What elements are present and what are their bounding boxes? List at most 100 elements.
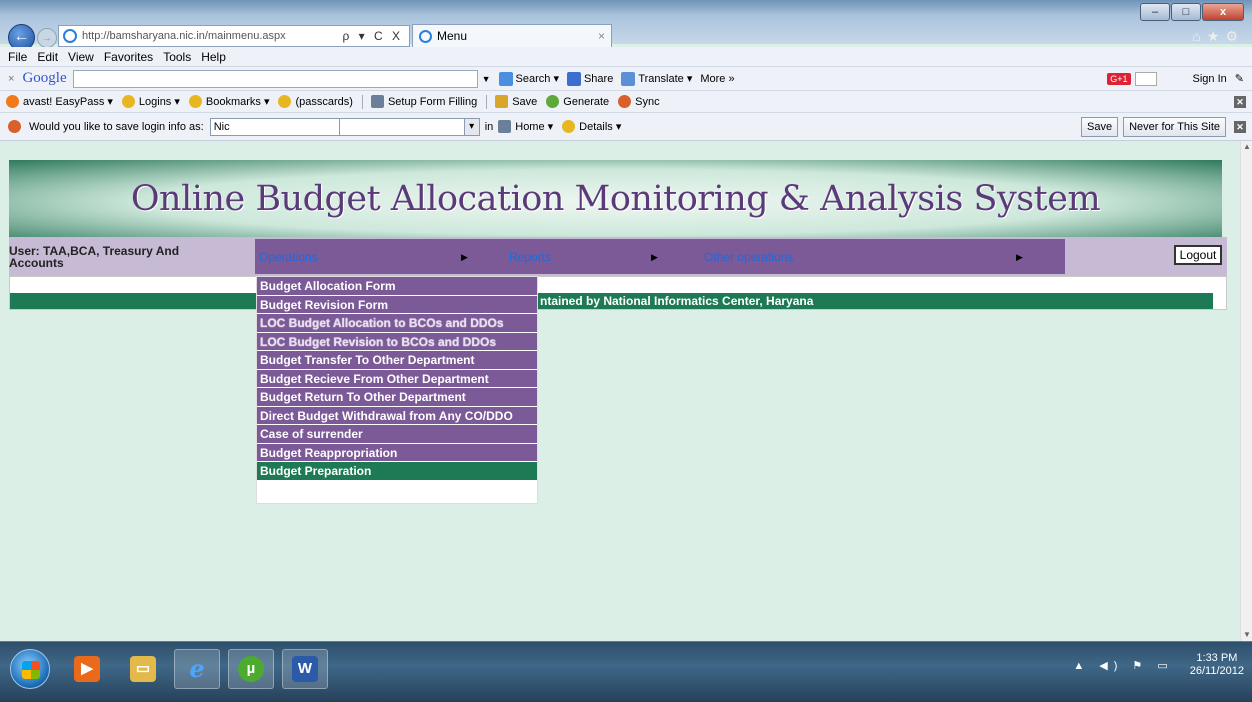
google-search-dropdown-icon[interactable]: ▼ (482, 74, 491, 84)
taskbar-explorer[interactable]: ▭ (120, 649, 166, 689)
tab-menu[interactable]: Menu × (412, 24, 612, 47)
menu-tools[interactable]: Tools (163, 50, 191, 64)
address-bar[interactable]: http://bamsharyana.nic.in/mainmenu.aspx … (58, 25, 410, 47)
menu-item-direct-budget-withdrawal[interactable]: Direct Budget Withdrawal from Any CO/DDO (257, 406, 537, 425)
menu-other-operations[interactable]: Other operations ▶ (700, 247, 1060, 267)
menu-operations[interactable]: Operations ▶ (255, 247, 505, 267)
taskbar-internet-explorer[interactable]: e (174, 649, 220, 689)
submenu-arrow-icon: ▶ (1016, 251, 1023, 262)
address-url: http://bamsharyana.nic.in/mainmenu.aspx (82, 30, 286, 42)
login-name-input[interactable]: Nic (209, 117, 340, 136)
menu-item-budget-reappropriation[interactable]: Budget Reappropriation (257, 443, 537, 462)
browser-titlebar: – □ x ← → http://bamsharyana.nic.in/main… (0, 0, 1252, 51)
favorites-separator (361, 94, 363, 109)
gplus-button[interactable]: G+1 (1107, 72, 1131, 85)
menu-favorites[interactable]: Favorites (104, 50, 153, 64)
fav-label: avast! EasyPass ▾ (23, 96, 113, 108)
tray-icons[interactable]: ▲ ◀) ⚑ ▭ (1073, 659, 1173, 672)
clock-date: 26/11/2012 (1189, 665, 1244, 677)
menu-item-loc-budget-revision[interactable]: LOC Budget Revision to BCOs and DDOs (257, 332, 537, 351)
wrench-icon[interactable]: ✎ (1235, 72, 1244, 85)
tab-close-icon[interactable]: × (598, 29, 605, 43)
scroll-down-icon[interactable]: ▼ (1241, 629, 1252, 641)
menu-item-budget-revision-form[interactable]: Budget Revision Form (257, 295, 537, 314)
details-icon (562, 120, 576, 133)
google-search-input[interactable] (72, 69, 478, 88)
vertical-scrollbar[interactable]: ▲ ▼ (1240, 141, 1252, 641)
menu-edit[interactable]: Edit (37, 50, 58, 64)
fav-label: Setup Form Filling (387, 95, 478, 108)
close-window-button[interactable]: x (1202, 3, 1244, 21)
submenu-arrow-icon: ▶ (461, 251, 468, 262)
menu-operations-label: Operations (259, 249, 318, 264)
tab-ie-icon (419, 29, 432, 43)
start-button[interactable] (10, 649, 50, 689)
password-prompt: Would you like to save login info as: (29, 120, 204, 133)
fav-label: (passcards) (295, 95, 353, 108)
translate-button[interactable]: Translate ▾ (621, 71, 692, 86)
share-button[interactable]: Share (566, 71, 614, 86)
sync-icon (618, 95, 632, 108)
menu-help[interactable]: Help (201, 50, 226, 64)
fav-label: Sync (635, 95, 660, 108)
menu-item-budget-recieve[interactable]: Budget Recieve From Other Department (257, 369, 537, 388)
never-for-site-button[interactable]: Never for This Site (1123, 116, 1226, 137)
passcards-icon (278, 95, 292, 108)
fav-avast-easypass[interactable]: avast! EasyPass ▾ (6, 95, 113, 108)
details-button[interactable]: Details ▾ (562, 120, 621, 133)
fav-generate[interactable]: Generate (546, 95, 609, 108)
login-dropdown[interactable] (339, 117, 480, 136)
taskbar-utorrent[interactable]: µ (228, 649, 274, 689)
favorites-bar-close-icon[interactable]: ✕ (1234, 95, 1246, 108)
google-toolbar: × Google ▼ Search ▾ Share Translate ▾ Mo… (0, 67, 1252, 91)
bookmarks-icon (188, 95, 202, 108)
favorites-star-icon[interactable]: ★ (1207, 28, 1226, 44)
fav-setup-form-filling[interactable]: Setup Form Filling (370, 95, 478, 108)
share-label: Share (583, 72, 614, 85)
sign-in-link[interactable]: Sign In (1193, 73, 1227, 85)
fav-label: Bookmarks ▾ (205, 96, 270, 108)
home-label: Home ▾ (515, 121, 554, 133)
minimize-button[interactable]: – (1140, 3, 1170, 21)
top-menu: Operations ▶ Reports ▶ Other operations … (255, 239, 1065, 274)
home-icon[interactable]: ⌂ (1192, 28, 1206, 44)
menu-item-case-of-surrender[interactable]: Case of surrender (257, 425, 537, 444)
menu-item-budget-preparation[interactable]: Budget Preparation (257, 462, 537, 481)
taskbar-word[interactable]: W (282, 649, 328, 689)
menu-item-budget-transfer[interactable]: Budget Transfer To Other Department (257, 351, 537, 370)
clock[interactable]: 1:33 PM 26/11/2012 (1190, 652, 1244, 678)
menu-reports[interactable]: Reports ▶ (505, 247, 700, 267)
password-bar-close-icon[interactable]: ✕ (1234, 120, 1246, 133)
taskbar-media-player[interactable]: ▶ (64, 649, 110, 689)
gplus-toggle[interactable] (1134, 71, 1157, 86)
fav-bookmarks[interactable]: Bookmarks ▾ (188, 95, 270, 108)
fav-label: Save (512, 95, 538, 108)
word-icon: W (292, 656, 318, 682)
logout-button[interactable]: Logout (1174, 245, 1222, 265)
taskbar: ▶ ▭ e µ W ▲ ◀) ⚑ ▭ 1:33 PM 26/11/2012 (0, 641, 1252, 702)
fav-logins[interactable]: Logins ▾ (121, 95, 180, 108)
content-box: ntained by National Informatics Center, … (9, 276, 1227, 310)
menu-item-loc-budget-allocation[interactable]: LOC Budget Allocation to BCOs and DDOs (257, 314, 537, 333)
google-toolbar-close-icon[interactable]: × (8, 73, 14, 85)
gear-icon[interactable]: ⚙ (1225, 28, 1244, 44)
more-button[interactable]: More » (700, 73, 734, 85)
fav-sync[interactable]: Sync (618, 95, 660, 108)
banner-title: Online Budget Allocation Monitoring & An… (130, 178, 1101, 219)
menu-view[interactable]: View (68, 50, 94, 64)
menu-file[interactable]: File (8, 50, 27, 64)
forward-button[interactable]: → (37, 28, 57, 48)
save-login-button[interactable]: Save (1081, 116, 1119, 137)
clock-time: 1:33 PM (1196, 652, 1238, 664)
avast-icon (6, 95, 19, 108)
menu-item-budget-allocation-form[interactable]: Budget Allocation Form (257, 277, 537, 296)
address-tools[interactable]: ρ ▾ C X (342, 29, 409, 43)
logins-icon (121, 95, 135, 108)
fav-passcards[interactable]: (passcards) (278, 95, 353, 108)
menu-item-budget-return[interactable]: Budget Return To Other Department (257, 388, 537, 407)
fav-save[interactable]: Save (495, 95, 537, 108)
maximize-button[interactable]: □ (1171, 3, 1201, 21)
scroll-up-icon[interactable]: ▲ (1241, 141, 1252, 153)
home-folder-button[interactable]: Home ▾ (498, 120, 553, 133)
google-search-button[interactable]: Search ▾ (498, 71, 559, 86)
